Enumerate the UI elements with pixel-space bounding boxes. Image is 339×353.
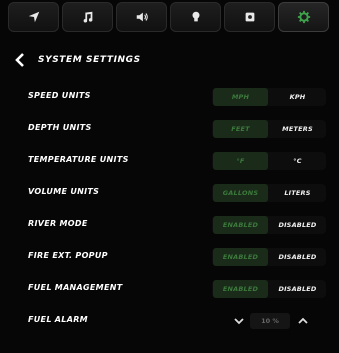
option-kph[interactable]: KPH [270, 88, 325, 106]
tab-settings[interactable] [278, 2, 329, 32]
page-header: SYSTEM SETTINGS [14, 50, 141, 70]
camera-icon [245, 12, 254, 22]
chevron-up-icon[interactable] [296, 314, 310, 328]
tab-music[interactable] [62, 2, 113, 32]
unit-toggle: GALLONS LITERS [212, 184, 326, 202]
enable-toggle: ENABLED DISABLED [212, 280, 326, 298]
back-chevron-icon[interactable] [14, 52, 26, 68]
unit-toggle: FEET METERS [212, 120, 326, 138]
setting-label: DEPTH UNITS [28, 123, 92, 132]
fuel-alarm-stepper: 10 % [212, 312, 326, 330]
option-gallons[interactable]: GALLONS [213, 184, 268, 202]
setting-row-river-mode: RIVER MODE ENABLED DISABLED [0, 210, 339, 240]
setting-row-temperature-units: TEMPERATURE UNITS °F °C [0, 146, 339, 176]
option-disabled[interactable]: DISABLED [270, 216, 325, 234]
setting-label: FUEL MANAGEMENT [28, 283, 123, 292]
setting-row-fuel-alarm: FUEL ALARM 10 % [0, 306, 339, 336]
tab-audio[interactable] [116, 2, 167, 32]
settings-screen: SYSTEM SETTINGS SPEED UNITS MPH KPH DEPT… [0, 0, 339, 353]
setting-label: FIRE EXT. POPUP [28, 251, 108, 260]
chevron-down-icon[interactable] [232, 314, 246, 328]
page-title: SYSTEM SETTINGS [38, 55, 141, 65]
tab-lighting[interactable] [170, 2, 221, 32]
option-celsius[interactable]: °C [270, 152, 325, 170]
option-disabled[interactable]: DISABLED [270, 248, 325, 266]
setting-row-speed-units: SPEED UNITS MPH KPH [0, 82, 339, 112]
setting-row-depth-units: DEPTH UNITS FEET METERS [0, 114, 339, 144]
setting-row-fire-ext-popup: FIRE EXT. POPUP ENABLED DISABLED [0, 242, 339, 272]
tab-camera[interactable] [224, 2, 275, 32]
setting-label: RIVER MODE [28, 219, 88, 228]
speaker-icon [136, 12, 148, 22]
fuel-alarm-value: 10 % [250, 313, 290, 329]
enable-toggle: ENABLED DISABLED [212, 216, 326, 234]
setting-label: FUEL ALARM [28, 315, 88, 324]
gear-icon [297, 10, 310, 24]
option-enabled[interactable]: ENABLED [213, 216, 268, 234]
option-fahrenheit[interactable]: °F [213, 152, 268, 170]
option-feet[interactable]: FEET [213, 120, 268, 138]
unit-toggle: °F °C [212, 152, 326, 170]
unit-toggle: MPH KPH [212, 88, 326, 106]
top-tab-bar [0, 0, 339, 36]
option-enabled[interactable]: ENABLED [213, 248, 268, 266]
setting-label: VOLUME UNITS [28, 187, 100, 196]
tab-navigation[interactable] [8, 2, 59, 32]
setting-label: SPEED UNITS [28, 91, 91, 100]
lightbulb-icon [192, 11, 199, 22]
option-mph[interactable]: MPH [213, 88, 268, 106]
option-disabled[interactable]: DISABLED [270, 280, 325, 298]
option-liters[interactable]: LITERS [270, 184, 325, 202]
option-enabled[interactable]: ENABLED [213, 280, 268, 298]
navigation-arrow-icon [28, 11, 39, 23]
setting-row-volume-units: VOLUME UNITS GALLONS LITERS [0, 178, 339, 208]
setting-row-fuel-management: FUEL MANAGEMENT ENABLED DISABLED [0, 274, 339, 304]
music-note-icon [83, 11, 92, 23]
enable-toggle: ENABLED DISABLED [212, 248, 326, 266]
setting-label: TEMPERATURE UNITS [28, 155, 129, 164]
option-meters[interactable]: METERS [270, 120, 325, 138]
